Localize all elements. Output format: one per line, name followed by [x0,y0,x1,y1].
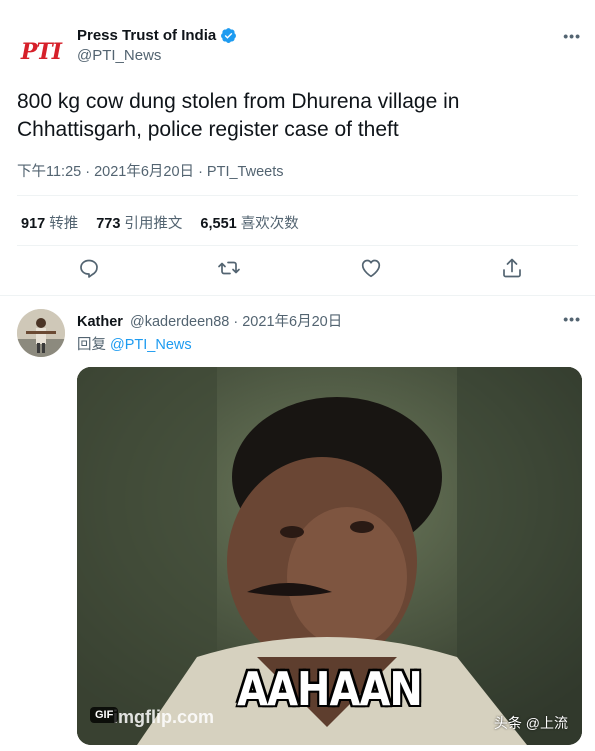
action-bar [0,256,595,286]
reply-date[interactable]: · 2021年6月20日 [233,314,342,330]
divider [17,245,578,246]
reply-prefix: 回复 [77,337,106,353]
share-icon[interactable] [500,256,524,280]
more-options-icon[interactable]: ••• [563,28,581,44]
main-tweet: PTI Press Trust of India @PTI_News ••• 8… [0,0,595,296]
imgflip-watermark: imgflip.com [113,707,215,727]
reply-icon[interactable] [77,256,101,280]
source-watermark: 头条 @上流 [493,715,568,731]
reply-author-handle[interactable]: @kaderdeen88 [130,314,229,330]
retweet-count[interactable]: 917 转推 [21,212,78,233]
author-handle[interactable]: @PTI_News [77,47,237,64]
like-icon[interactable] [359,256,383,280]
author-block: Press Trust of India @PTI_News [77,27,237,64]
replying-to: 回复 @PTI_News [77,333,192,354]
reply-to-link[interactable]: @PTI_News [110,337,192,353]
tweet-text: 800 kg cow dung stolen from Dhurena vill… [17,88,577,144]
more-options-icon[interactable]: ••• [563,311,581,327]
verified-badge-icon [221,28,237,43]
tweet-timestamp[interactable]: 下午11:25 · 2021年6月20日 · PTI_Tweets [17,160,284,181]
reply-author-name[interactable]: Kather [77,314,123,330]
avatar[interactable]: PTI [17,28,65,76]
tweet-text-line2: Chhattisgarh, police register case of th… [17,118,399,141]
author-name-row[interactable]: Press Trust of India [77,27,237,44]
avatar[interactable] [17,309,65,357]
avatar-photo [17,309,65,357]
pti-logo: PTI [20,39,62,65]
engagement-stats: 917 转推 773 引用推文 6,551 喜欢次数 [21,212,299,233]
gif-media[interactable]: AAHAAN imgflip.com GIF 头条 @上流 [77,367,582,745]
gif-badge: GIF [90,707,119,723]
reply-tweet[interactable]: Kather @kaderdeen88 · 2021年6月20日 ••• 回复 … [0,297,595,751]
author-name[interactable]: Press Trust of India [77,27,216,44]
quote-count[interactable]: 773 引用推文 [96,212,182,233]
like-count[interactable]: 6,551 喜欢次数 [200,212,298,233]
reply-header: Kather @kaderdeen88 · 2021年6月20日 [77,310,342,331]
retweet-icon[interactable] [217,256,241,280]
tweet-text-line1: 800 kg cow dung stolen from Dhurena vill… [17,90,460,113]
divider [17,195,578,196]
